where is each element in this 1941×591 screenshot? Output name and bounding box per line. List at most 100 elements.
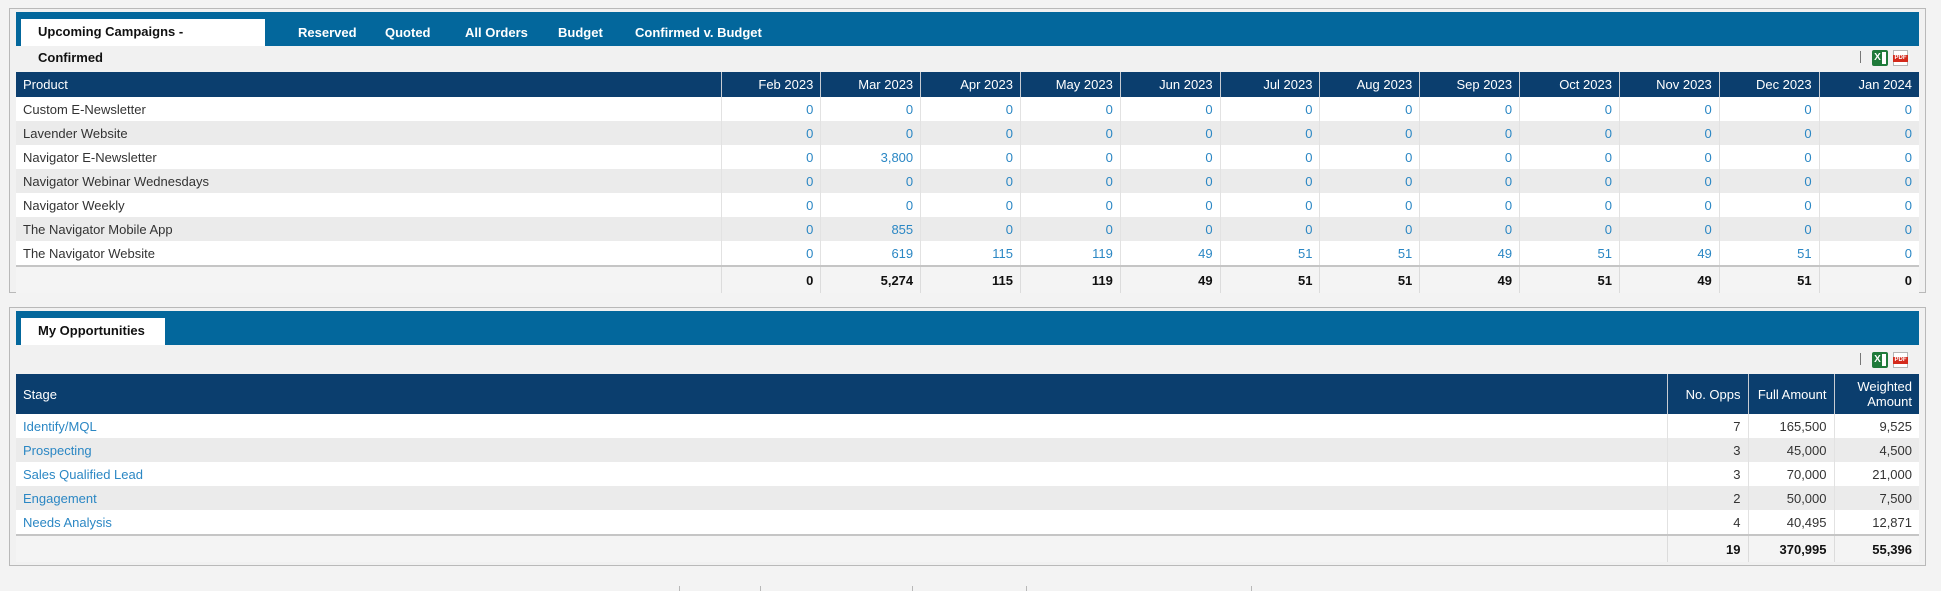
month-value-link[interactable]: 0 [1519, 217, 1620, 241]
month-value-link[interactable]: 0 [1818, 121, 1919, 145]
month-value-link[interactable]: 0 [1419, 145, 1520, 169]
column-header-month[interactable]: Dec 2023 [1718, 72, 1820, 97]
month-value-link[interactable]: 0 [1019, 193, 1121, 217]
month-value-link[interactable]: 0 [1419, 97, 1520, 121]
month-value-link[interactable]: 0 [1319, 169, 1420, 193]
column-header-month[interactable]: Aug 2023 [1319, 72, 1420, 97]
month-value-link[interactable]: 51 [1718, 241, 1820, 266]
column-header-month[interactable]: Sep 2023 [1419, 72, 1520, 97]
column-header-month[interactable]: Oct 2023 [1519, 72, 1620, 97]
month-value-link[interactable]: 0 [1718, 97, 1820, 121]
month-value-link[interactable]: 0 [720, 217, 821, 241]
excel-icon[interactable] [1872, 50, 1888, 66]
month-value-link[interactable]: 51 [1219, 241, 1320, 266]
month-value-link[interactable]: 0 [1119, 217, 1221, 241]
pdf-icon[interactable] [1893, 352, 1908, 368]
month-value-link[interactable]: 0 [820, 121, 921, 145]
month-value-link[interactable]: 0 [720, 193, 821, 217]
month-value-link[interactable]: 0 [1519, 97, 1620, 121]
month-value-link[interactable]: 0 [720, 145, 821, 169]
month-value-link[interactable]: 0 [1319, 193, 1420, 217]
month-value-link[interactable]: 0 [1019, 217, 1121, 241]
column-header-month[interactable]: Jul 2023 [1219, 72, 1320, 97]
column-header-product[interactable]: Product [16, 72, 721, 97]
month-value-link[interactable]: 0 [1119, 193, 1221, 217]
month-value-link[interactable]: 0 [920, 169, 1021, 193]
column-header-no-opps[interactable]: No. Opps [1666, 374, 1748, 414]
excel-icon[interactable] [1872, 352, 1888, 368]
month-value-link[interactable]: 0 [920, 121, 1021, 145]
month-value-link[interactable]: 0 [1818, 97, 1919, 121]
month-value-link[interactable]: 0 [1319, 121, 1420, 145]
month-value-link[interactable]: 0 [1818, 145, 1919, 169]
month-value-link[interactable]: 0 [1519, 121, 1620, 145]
month-value-link[interactable]: 0 [1119, 97, 1221, 121]
month-value-link[interactable]: 51 [1319, 241, 1420, 266]
month-value-link[interactable]: 0 [1219, 193, 1320, 217]
tab-quoted[interactable]: Quoted [368, 20, 448, 46]
month-value-link[interactable]: 0 [920, 217, 1021, 241]
month-value-link[interactable]: 0 [1219, 145, 1320, 169]
tab-my-opportunities[interactable]: My Opportunities [21, 318, 165, 345]
column-header-month[interactable]: Nov 2023 [1618, 72, 1720, 97]
month-value-link[interactable]: 0 [1618, 217, 1720, 241]
month-value-link[interactable]: 0 [820, 97, 921, 121]
month-value-link[interactable]: 115 [920, 241, 1021, 266]
month-value-link[interactable]: 0 [1718, 217, 1820, 241]
month-value-link[interactable]: 0 [1718, 193, 1820, 217]
month-value-link[interactable]: 0 [1419, 193, 1520, 217]
month-value-link[interactable]: 0 [720, 97, 821, 121]
month-value-link[interactable]: 0 [1618, 145, 1720, 169]
column-header-stage[interactable]: Stage [16, 374, 1667, 414]
column-header-full-amount[interactable]: Full Amount [1747, 374, 1834, 414]
month-value-link[interactable]: 0 [1818, 193, 1919, 217]
month-value-link[interactable]: 51 [1519, 241, 1620, 266]
month-value-link[interactable]: 0 [1618, 169, 1720, 193]
pdf-icon[interactable] [1893, 50, 1908, 66]
column-header-month[interactable]: Jan 2024 [1818, 72, 1919, 97]
tab-budget[interactable]: Budget [541, 20, 620, 46]
month-value-link[interactable]: 0 [1519, 193, 1620, 217]
column-header-month[interactable]: May 2023 [1019, 72, 1121, 97]
month-value-link[interactable]: 0 [720, 121, 821, 145]
month-value-link[interactable]: 0 [720, 169, 821, 193]
month-value-link[interactable]: 0 [920, 145, 1021, 169]
month-value-link[interactable]: 0 [1219, 121, 1320, 145]
month-value-link[interactable]: 0 [820, 193, 921, 217]
stage-link[interactable]: Engagement [16, 486, 1667, 510]
tab-upcoming-campaigns-confirmed[interactable]: Upcoming Campaigns - Confirmed [21, 19, 265, 65]
month-value-link[interactable]: 0 [920, 193, 1021, 217]
stage-link[interactable]: Sales Qualified Lead [16, 462, 1667, 486]
month-value-link[interactable]: 0 [1119, 121, 1221, 145]
month-value-link[interactable]: 0 [1818, 169, 1919, 193]
month-value-link[interactable]: 49 [1419, 241, 1520, 266]
column-header-month[interactable]: Mar 2023 [820, 72, 921, 97]
tab-all-orders[interactable]: All Orders [448, 20, 545, 46]
month-value-link[interactable]: 0 [1818, 241, 1919, 266]
month-value-link[interactable]: 0 [1019, 169, 1121, 193]
month-value-link[interactable]: 3,800 [820, 145, 921, 169]
month-value-link[interactable]: 0 [1818, 217, 1919, 241]
month-value-link[interactable]: 0 [1219, 97, 1320, 121]
month-value-link[interactable]: 0 [1618, 193, 1720, 217]
month-value-link[interactable]: 855 [820, 217, 921, 241]
month-value-link[interactable]: 0 [1219, 169, 1320, 193]
month-value-link[interactable]: 0 [1419, 121, 1520, 145]
month-value-link[interactable]: 0 [1019, 121, 1121, 145]
month-value-link[interactable]: 0 [1618, 97, 1720, 121]
month-value-link[interactable]: 0 [1718, 145, 1820, 169]
month-value-link[interactable]: 0 [920, 97, 1021, 121]
tab-confirmed-v-budget[interactable]: Confirmed v. Budget [618, 20, 779, 46]
month-value-link[interactable]: 49 [1119, 241, 1221, 266]
month-value-link[interactable]: 0 [1019, 145, 1121, 169]
column-header-month[interactable]: Apr 2023 [920, 72, 1021, 97]
month-value-link[interactable]: 0 [1419, 217, 1520, 241]
month-value-link[interactable]: 0 [1019, 97, 1121, 121]
stage-link[interactable]: Prospecting [16, 438, 1667, 462]
month-value-link[interactable]: 0 [1319, 97, 1420, 121]
month-value-link[interactable]: 0 [1119, 169, 1221, 193]
stage-link[interactable]: Needs Analysis [16, 510, 1667, 535]
month-value-link[interactable]: 0 [720, 241, 821, 266]
month-value-link[interactable]: 0 [1319, 217, 1420, 241]
month-value-link[interactable]: 0 [1519, 169, 1620, 193]
